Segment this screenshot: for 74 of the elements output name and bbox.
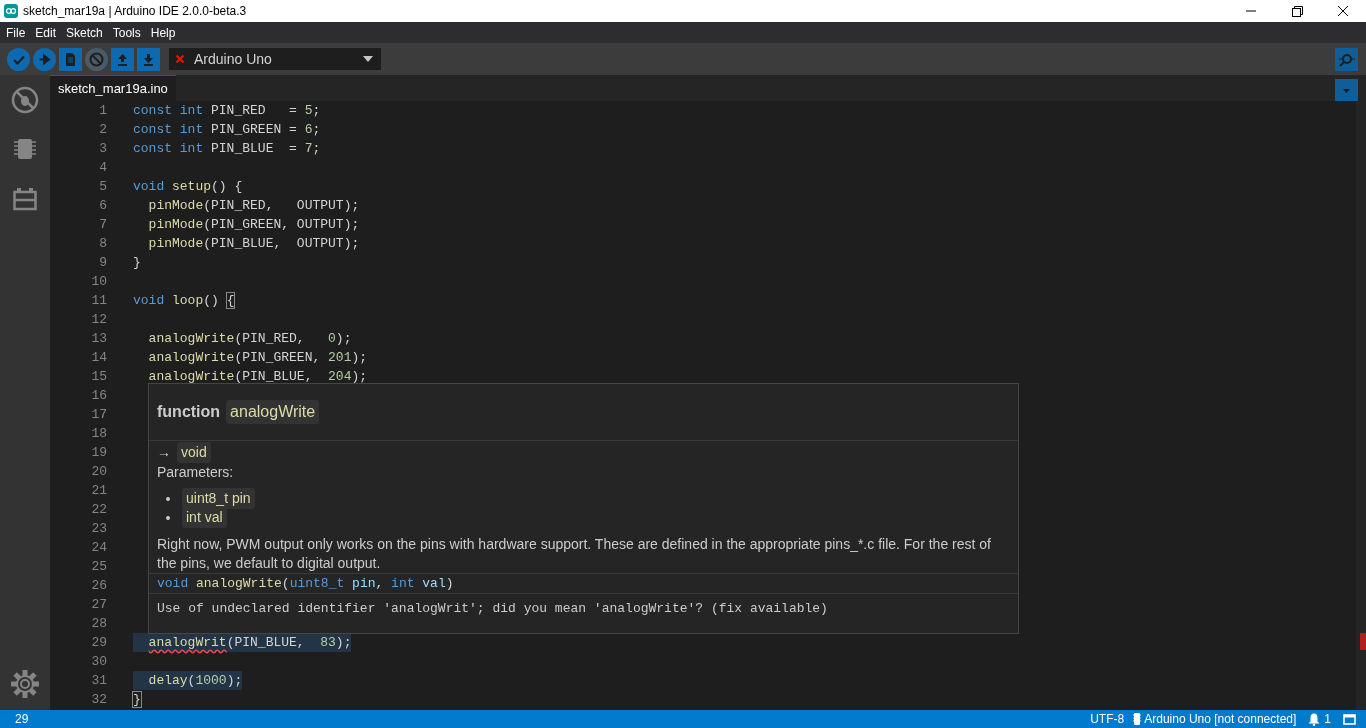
line-number: 5 [98, 177, 107, 196]
new-sketch-button[interactable] [59, 47, 82, 71]
menu-item[interactable]: File [1, 23, 31, 42]
line-number: 8 [98, 234, 107, 253]
line-number: 25 [90, 557, 107, 576]
encoding[interactable]: UTF-8 [1090, 710, 1125, 728]
chip-icon [1133, 713, 1142, 725]
line-number: 20 [90, 462, 107, 481]
line-number: 2 [98, 120, 107, 139]
caret-icon [363, 56, 373, 62]
line-number: 27 [90, 595, 107, 614]
line-number: 15 [90, 367, 107, 386]
bell-icon[interactable] [1308, 712, 1321, 726]
line-number: 18 [90, 424, 107, 443]
menu-item[interactable]: Sketch [61, 23, 108, 42]
line-number: 31 [90, 671, 107, 690]
line-number: 6 [98, 196, 107, 215]
board-status[interactable]: Arduino Uno [not connected] [1144, 710, 1297, 728]
symbol-name: analogWrite [226, 400, 320, 424]
line-number: 14 [90, 348, 107, 367]
cursor-position[interactable]: 29 [15, 710, 29, 728]
line-number: 28 [90, 614, 107, 633]
debug-icon[interactable] [11, 86, 39, 114]
line-number: 32 [90, 690, 107, 709]
more-actions-button[interactable] [1335, 79, 1358, 102]
symbol-kind: function [157, 402, 221, 422]
bullet-icon [166, 496, 170, 501]
diagnostic-message: Use of undeclared identifier 'analogWrit'; did you mean 'analogWrite'? (fix available) [149, 593, 1018, 619]
line-number: 13 [90, 329, 107, 348]
line-number: 29 [90, 633, 107, 652]
line-number: 21 [90, 481, 107, 500]
menu-item[interactable]: Tools [107, 23, 146, 42]
file-tab[interactable]: sketch_mar19a.ino [50, 75, 176, 101]
line-number: 12 [90, 310, 107, 329]
line-number: 17 [90, 405, 107, 424]
menu-item[interactable]: Edit [30, 23, 62, 42]
return-arrow: → [157, 442, 171, 462]
parameter: uint8_t pin [182, 488, 255, 509]
open-button[interactable] [111, 47, 134, 71]
line-number: 11 [90, 291, 107, 310]
line-number: 3 [98, 139, 107, 158]
line-number: 16 [90, 386, 107, 405]
app-logo-icon [4, 4, 18, 18]
verify-button[interactable] [7, 47, 30, 71]
line-number: 30 [90, 652, 107, 671]
line-number: 19 [90, 443, 107, 462]
board-selector[interactable]: Arduino Uno [169, 48, 381, 70]
signature: void analogWrite(uint8_t pin, int val) [149, 573, 1018, 593]
menu-item[interactable]: Help [145, 23, 181, 42]
code-line: } [133, 689, 141, 710]
line-number: 22 [90, 500, 107, 519]
line-number: 10 [90, 272, 107, 291]
parameters-label: Parameters: [157, 463, 235, 482]
line-number: 24 [90, 538, 107, 557]
bullet-icon [166, 515, 170, 520]
save-button[interactable] [137, 47, 160, 71]
line-number: 23 [90, 519, 107, 538]
return-type: void [177, 441, 211, 463]
upload-button[interactable] [33, 47, 56, 71]
line-number: 4 [98, 158, 107, 177]
chip-icon[interactable] [14, 137, 36, 161]
serial-monitor-button[interactable] [1335, 47, 1358, 71]
settings-icon[interactable] [10, 669, 40, 699]
description: Right now, PWM output only works on the pins with hardware support. These are defined in the appropriate pins_*.c file. For the rest of the pins, we default to digital output. [157, 535, 992, 573]
line-number: 26 [90, 576, 107, 595]
library-icon[interactable] [13, 187, 37, 211]
notification-count: 1 [1324, 711, 1331, 728]
window-title: sketch_mar19a | Arduino IDE 2.0.0-beta.3 [23, 3, 247, 20]
line-number: 7 [98, 215, 107, 234]
panel-icon[interactable] [1343, 713, 1356, 725]
error-marker [1360, 633, 1366, 650]
line-number: 1 [98, 101, 107, 120]
parameter: int val [182, 507, 227, 528]
line-number: 9 [98, 253, 107, 272]
